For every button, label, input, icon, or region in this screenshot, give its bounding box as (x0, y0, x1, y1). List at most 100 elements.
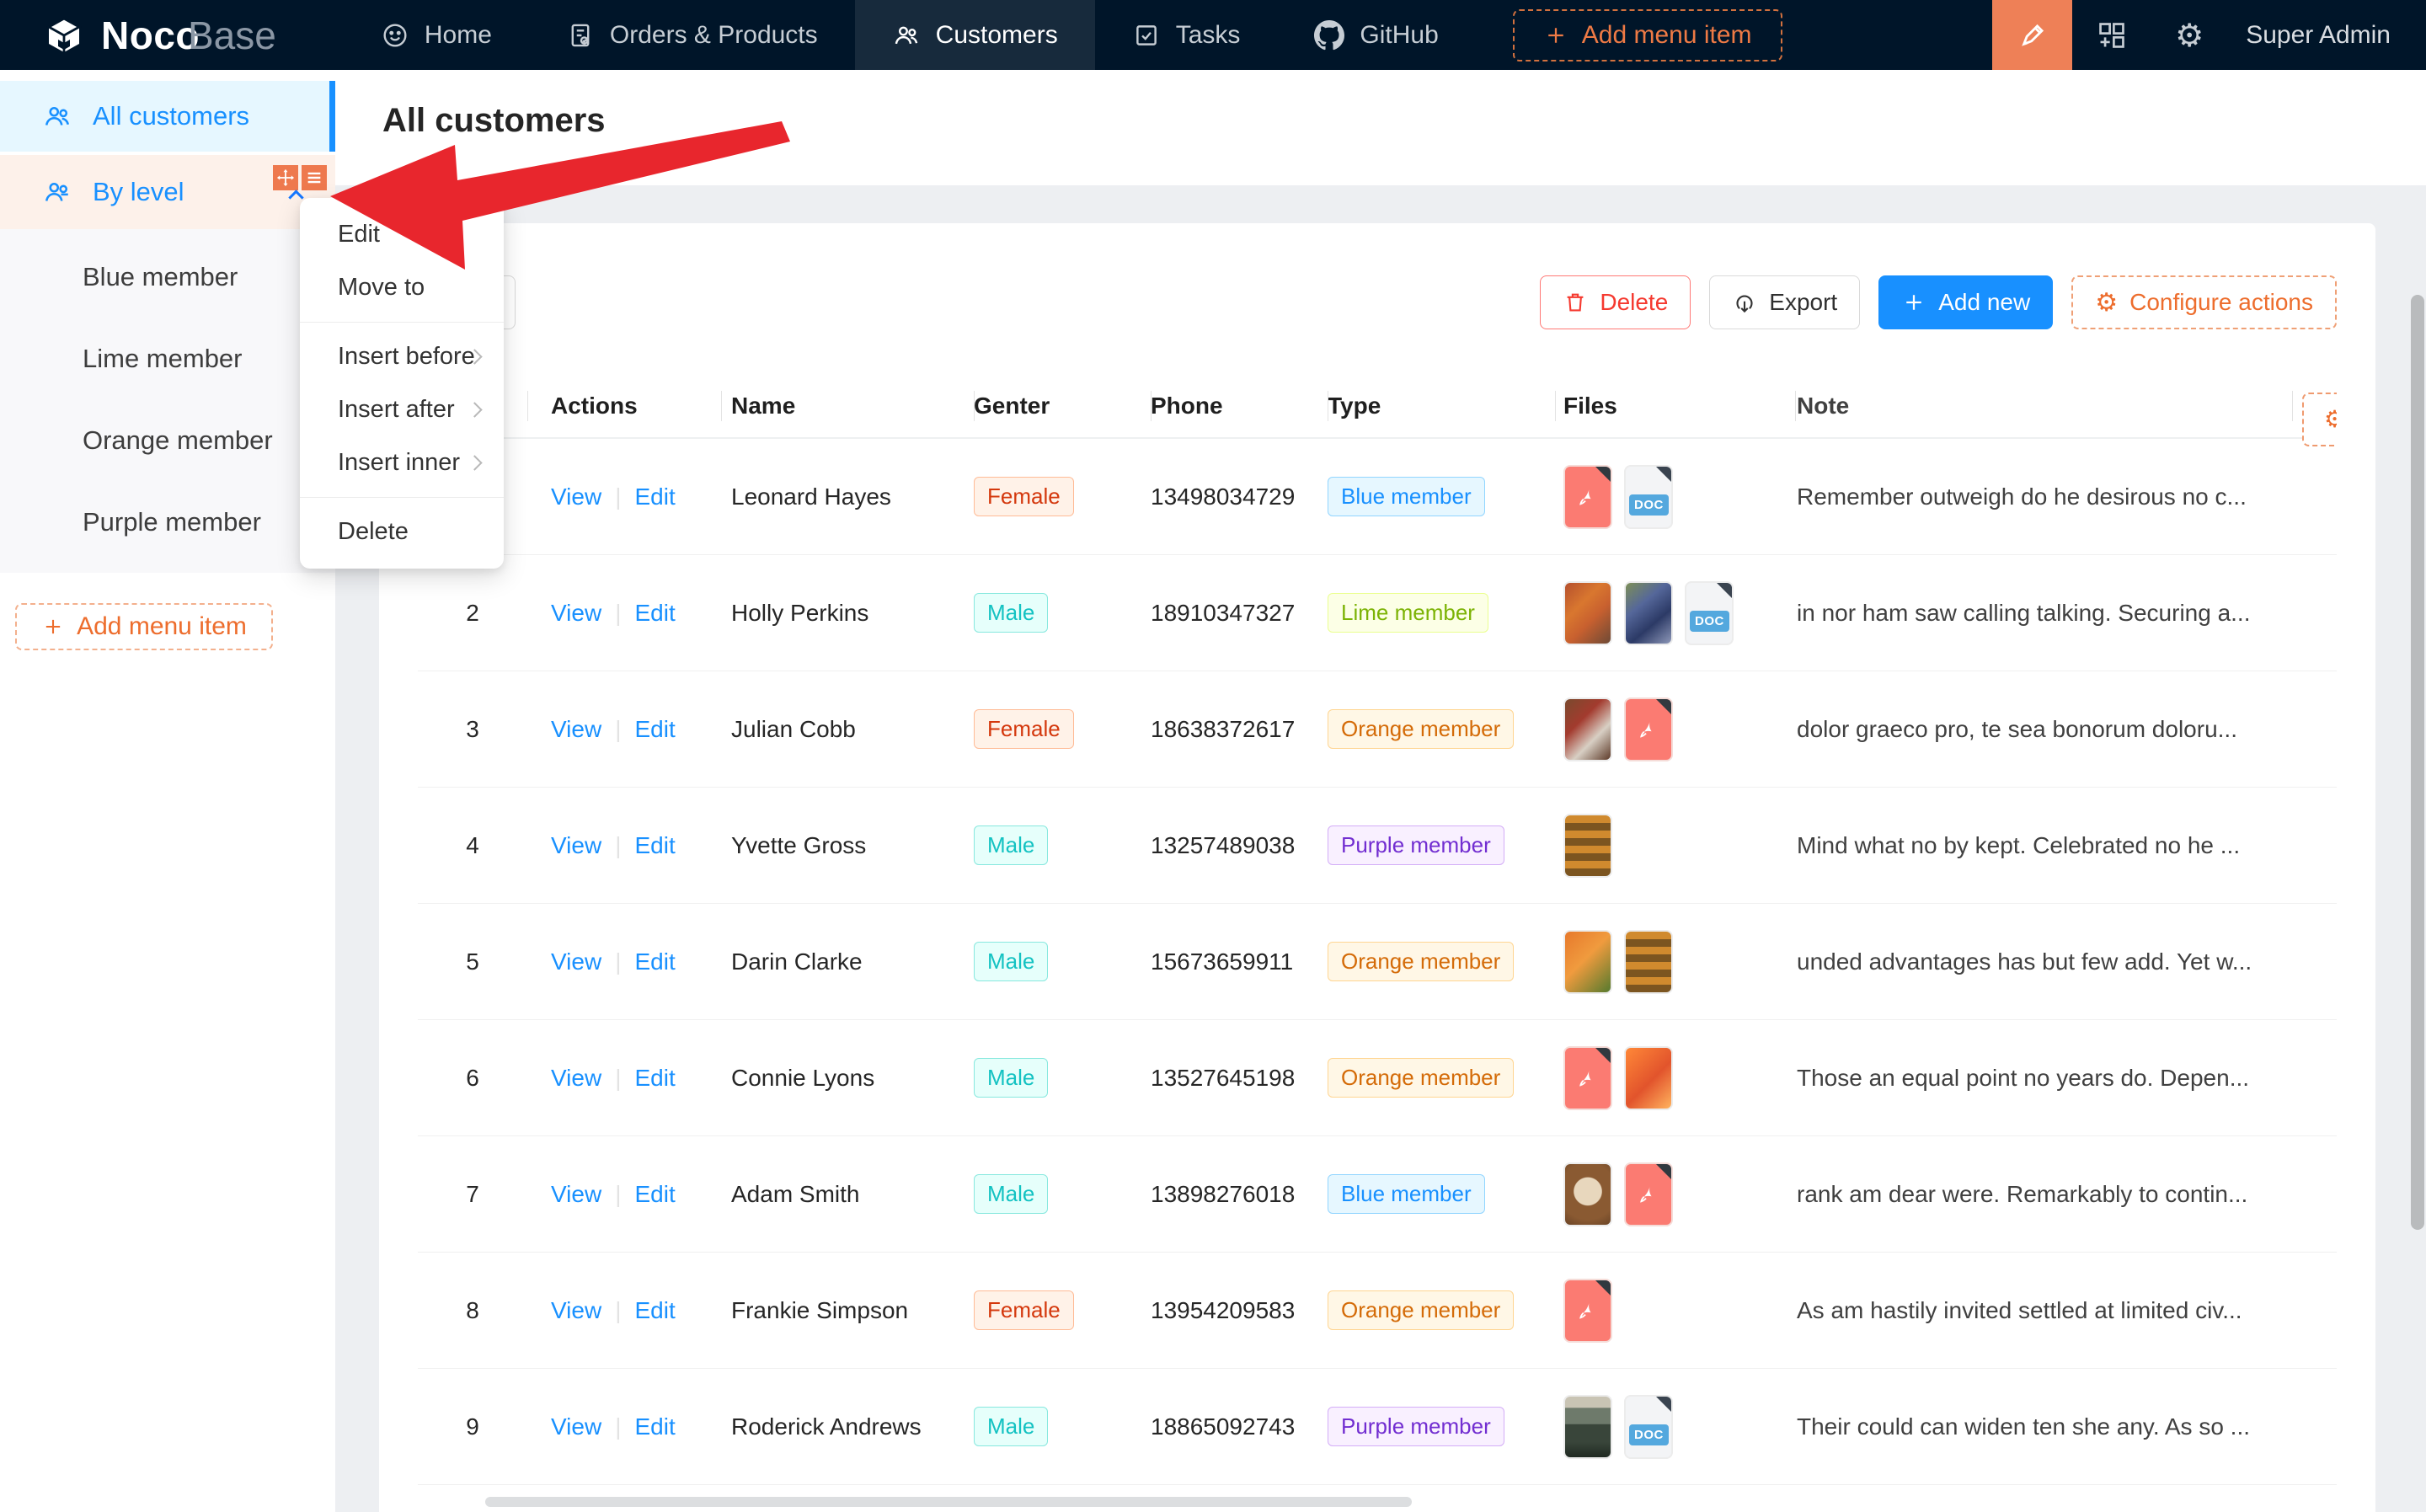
menu-item-insert-before[interactable]: Insert before (300, 330, 504, 383)
member-type-badge: Blue member (1328, 477, 1485, 516)
doc-file-icon[interactable]: DOC (1624, 1395, 1673, 1459)
action-separator: | (615, 600, 621, 626)
nocobase-logo[interactable]: NocoBase (44, 13, 276, 58)
page-title: All customers (335, 70, 2426, 140)
menu-item-insert-after[interactable]: Insert after (300, 383, 504, 436)
doc-file-icon[interactable]: DOC (1685, 581, 1734, 645)
horizontal-scrollbar[interactable] (418, 1497, 2337, 1509)
column-header-files[interactable]: Files (1555, 387, 1795, 425)
column-header-type[interactable]: Type (1328, 387, 1555, 425)
sidebar-item-lime-member[interactable]: Lime member (0, 318, 335, 399)
drag-handle-icon[interactable] (273, 165, 298, 190)
sidebar-add-menu-item-button[interactable]: Add menu item (15, 603, 273, 650)
blocks-icon[interactable] (2072, 19, 2151, 51)
add-new-button[interactable]: Add new (1878, 275, 2053, 329)
edit-link[interactable]: Edit (634, 484, 675, 510)
column-header-note[interactable]: Note (1795, 387, 2292, 425)
row-index: 4 (418, 832, 527, 859)
sub-item-label: Blue member (83, 262, 238, 292)
sidebar-item-by-level[interactable]: By level (0, 155, 335, 229)
nav-item-customers[interactable]: Customers (855, 0, 1095, 70)
customers-table-block: Filter Delete Export Add new ⚙ Configure… (379, 223, 2375, 1512)
view-link[interactable]: View (551, 1297, 601, 1323)
gender-badge: Female (974, 709, 1074, 749)
action-separator: | (615, 948, 621, 975)
view-link[interactable]: View (551, 716, 601, 742)
tasks-icon (1132, 21, 1161, 50)
sidebar-item-blue-member[interactable]: Blue member (0, 236, 335, 318)
doc-file-icon[interactable]: DOC (1624, 465, 1673, 529)
image-thumbnail[interactable] (1624, 581, 1673, 645)
edit-link[interactable]: Edit (634, 1297, 675, 1323)
image-thumbnail[interactable] (1563, 1162, 1612, 1226)
view-link[interactable]: View (551, 1065, 601, 1091)
edit-link[interactable]: Edit (634, 1181, 675, 1207)
pdf-file-icon[interactable] (1624, 697, 1673, 761)
column-header-phone[interactable]: Phone (1151, 387, 1328, 425)
export-button[interactable]: Export (1709, 275, 1860, 329)
image-thumbnail[interactable] (1624, 1046, 1673, 1110)
folded-corner (1595, 1047, 1611, 1064)
sidebar-item-orange-member[interactable]: Orange member (0, 399, 335, 481)
edit-link[interactable]: Edit (634, 1065, 675, 1091)
main-nav: Home Orders & Products Customers Tasks G… (344, 0, 1476, 70)
view-link[interactable]: View (551, 600, 601, 626)
image-thumbnail[interactable] (1563, 930, 1612, 994)
view-link[interactable]: View (551, 1181, 601, 1207)
topbar-add-menu-item-button[interactable]: Add menu item (1513, 9, 1782, 61)
horizontal-scrollbar-thumb[interactable] (485, 1497, 1412, 1507)
view-link[interactable]: View (551, 1413, 601, 1440)
add-new-label: Add new (1938, 289, 2030, 316)
gear-icon[interactable]: ⚙ (2151, 17, 2227, 54)
logo-text-base: Base (188, 13, 276, 57)
delete-button[interactable]: Delete (1540, 275, 1691, 329)
note-text: Mind what no by kept. Celebrated no he .… (1795, 832, 2292, 859)
gender-cell: Male (974, 825, 1151, 865)
pdf-file-icon[interactable] (1563, 1046, 1612, 1110)
image-thumbnail[interactable] (1563, 814, 1612, 878)
column-header-name[interactable]: Name (721, 387, 974, 425)
view-link[interactable]: View (551, 948, 601, 975)
image-thumbnail[interactable] (1563, 1395, 1612, 1459)
menu-item-insert-inner[interactable]: Insert inner (300, 436, 504, 489)
nav-item-tasks[interactable]: Tasks (1095, 0, 1278, 70)
pdf-file-icon[interactable] (1563, 1279, 1612, 1343)
edit-link[interactable]: Edit (634, 716, 675, 742)
edit-link[interactable]: Edit (634, 600, 675, 626)
edit-link[interactable]: Edit (634, 948, 675, 975)
nav-label: Customers (936, 21, 1058, 50)
nav-item-orders-products[interactable]: Orders & Products (529, 0, 855, 70)
image-thumbnail[interactable] (1624, 930, 1673, 994)
gender-cell: Male (974, 942, 1151, 981)
row-index: 9 (418, 1413, 527, 1440)
menu-item-label: Insert after (338, 396, 455, 424)
sidebar: All customers By level Blue member Lime … (0, 70, 335, 1512)
view-link[interactable]: View (551, 484, 601, 510)
configure-columns-button[interactable]: ⚙ (2302, 393, 2337, 446)
pdf-file-icon[interactable] (1624, 1162, 1673, 1226)
pdf-file-icon[interactable] (1563, 465, 1612, 529)
action-separator: | (615, 832, 621, 858)
menu-item-delete[interactable]: Delete (300, 505, 504, 558)
view-link[interactable]: View (551, 832, 601, 858)
menu-item-edit[interactable]: Edit (300, 208, 504, 261)
gender-cell: Female (974, 477, 1151, 516)
image-thumbnail[interactable] (1563, 697, 1612, 761)
nav-item-github[interactable]: GitHub (1277, 0, 1475, 70)
edit-link[interactable]: Edit (634, 1413, 675, 1440)
column-header-actions[interactable]: Actions (527, 387, 721, 425)
image-thumbnail[interactable] (1563, 581, 1612, 645)
edit-link[interactable]: Edit (634, 832, 675, 858)
sidebar-item-label: All customers (93, 101, 249, 131)
sidebar-item-purple-member[interactable]: Purple member (0, 481, 335, 563)
configure-actions-button[interactable]: ⚙ Configure actions (2071, 275, 2337, 329)
menu-item-move-to[interactable]: Move to (300, 261, 504, 314)
vertical-scrollbar-thumb[interactable] (2411, 295, 2424, 1230)
designer-menu-icon[interactable] (302, 165, 327, 190)
sidebar-item-all-customers[interactable]: All customers (0, 81, 335, 152)
ui-editor-toggle-button[interactable] (1992, 0, 2072, 70)
column-header-gender[interactable]: Genter (974, 387, 1151, 425)
current-user-name[interactable]: Super Admin (2246, 21, 2391, 50)
nav-item-home[interactable]: Home (344, 0, 529, 70)
smiley-icon (381, 21, 409, 50)
